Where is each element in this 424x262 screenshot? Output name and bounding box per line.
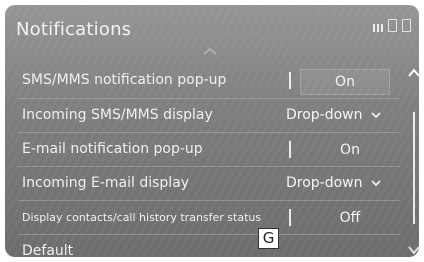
- default-button[interactable]: Default: [22, 243, 73, 257]
- toggle-indicator: [289, 72, 291, 89]
- scrollbar[interactable]: [407, 60, 419, 257]
- setting-label: Incoming E-mail display: [22, 175, 190, 191]
- status-bar: [373, 19, 411, 32]
- toggle-indicator: [289, 141, 291, 158]
- transfer-status-toggle[interactable]: Off: [298, 206, 402, 230]
- setting-label: SMS/MMS notification pop-up: [22, 72, 227, 88]
- title-up-icon: [203, 48, 217, 55]
- chevron-down-icon: [371, 112, 381, 119]
- setting-label: Display contacts/call history transfer s…: [22, 211, 262, 224]
- setting-row-email-display[interactable]: Incoming E-mail display Drop-down: [18, 166, 400, 200]
- setting-row-transfer-status[interactable]: Display contacts/call history transfer s…: [18, 200, 400, 234]
- settings-list: SMS/MMS notification pop-up On Incoming …: [18, 64, 400, 257]
- setting-row-sms-display[interactable]: Incoming SMS/MMS display Drop-down: [18, 98, 400, 132]
- scroll-thumb[interactable]: [413, 112, 415, 224]
- chevron-down-icon[interactable]: [407, 244, 419, 257]
- callout-badge: G: [258, 228, 279, 249]
- sms-display-dropdown[interactable]: Drop-down: [286, 107, 381, 123]
- battery-icon: [402, 19, 411, 32]
- dropdown-value: Drop-down: [286, 175, 363, 191]
- chevron-up-icon[interactable]: [407, 68, 419, 77]
- notifications-screen: Notifications SMS/MMS notification pop-u…: [5, 5, 419, 257]
- chevron-down-icon: [371, 180, 381, 187]
- setting-row-sms-popup[interactable]: SMS/MMS notification pop-up On: [18, 64, 400, 98]
- sms-popup-toggle[interactable]: On: [300, 69, 390, 95]
- phone-icon: [388, 19, 397, 32]
- setting-label: Incoming SMS/MMS display: [22, 107, 213, 123]
- setting-row-email-popup[interactable]: E-mail notification pop-up On: [18, 132, 400, 166]
- setting-label: E-mail notification pop-up: [22, 141, 203, 157]
- email-display-dropdown[interactable]: Drop-down: [286, 175, 381, 191]
- signal-icon: [373, 24, 383, 32]
- email-popup-toggle[interactable]: On: [298, 138, 402, 162]
- dropdown-value: Drop-down: [286, 107, 363, 123]
- toggle-indicator: [289, 209, 291, 226]
- page-title: Notifications: [16, 19, 132, 40]
- setting-row-default[interactable]: Default: [18, 234, 400, 257]
